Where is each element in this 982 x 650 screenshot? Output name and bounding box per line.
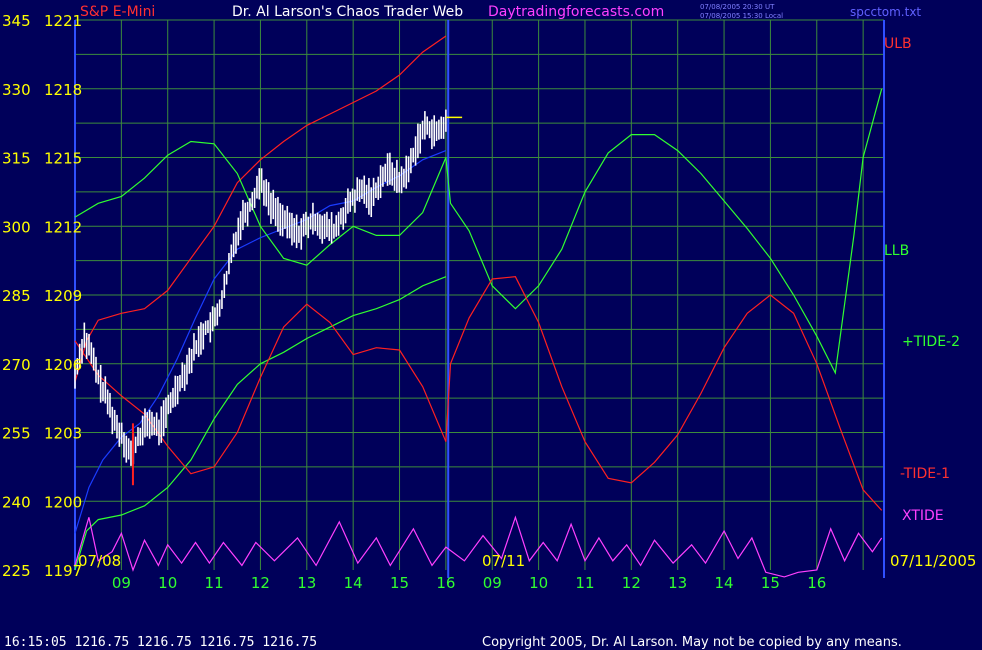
label-tide1: -TIDE-1 [900,466,950,482]
y-scale-label: 345 [2,12,31,30]
chart: S&P E-Mini Dr. Al Larson's Chaos Trader … [0,0,982,650]
y-scale-label: 330 [2,81,31,99]
x-hour-label: 14 [344,574,363,592]
x-hour-label: 16 [807,574,826,592]
stamp-local: 07/08/2005 15:30 Local [700,12,783,20]
x-hour-label: 13 [668,574,687,592]
date-left: 07/08 [78,552,121,570]
x-hour-label: 12 [251,574,270,592]
y-price-label: 1221 [44,12,82,30]
x-hour-label: 16 [436,574,455,592]
label-ulb: ULB [884,36,912,52]
y-scale-label: 255 [2,425,31,443]
quote-line: 16:15:05 1216.75 1216.75 1216.75 1216.75 [4,635,317,650]
x-hour-label: 15 [761,574,780,592]
x-hour-label: 09 [112,574,131,592]
y-scale-label: 270 [2,356,31,374]
x-hour-label: 09 [483,574,502,592]
y-price-label: 1200 [44,493,82,511]
product-label: S&P E-Mini [80,4,155,20]
file-name: spcctom.txt [850,5,921,19]
y-scale-label: 240 [2,493,31,511]
y-price-label: 1203 [44,425,82,443]
y-price-label: 1218 [44,81,82,99]
y-price-label: 1197 [44,562,82,580]
x-hour-label: 11 [575,574,594,592]
y-price-label: 1212 [44,218,82,236]
x-hour-label: 12 [622,574,641,592]
site-title: Dr. Al Larson's Chaos Trader Web [232,4,463,20]
y-scale-label: 300 [2,218,31,236]
y-price-label: 1209 [44,287,82,305]
stamp-utc: 07/08/2005 20:30 UT [700,3,775,11]
label-xtide: XTIDE [902,508,944,524]
y-scale-label: 225 [2,562,31,580]
x-hour-label: 13 [297,574,316,592]
date-mid: 07/11 [482,552,525,570]
x-hour-label: 11 [205,574,224,592]
date-right: 07/11/2005 [890,552,976,570]
x-hour-label: 10 [158,574,177,592]
y-price-label: 1215 [44,150,82,168]
x-hour-label: 15 [390,574,409,592]
x-hour-label: 14 [715,574,734,592]
y-scale-label: 315 [2,150,31,168]
label-llb: LLB [884,243,909,259]
x-hour-label: 10 [529,574,548,592]
y-scale-label: 285 [2,287,31,305]
y-price-label: 1206 [44,356,82,374]
label-tide2: +TIDE-2 [902,334,960,350]
copyright: Copyright 2005, Dr. Al Larson. May not b… [482,635,902,650]
site-url[interactable]: Daytradingforecasts.com [488,4,664,20]
